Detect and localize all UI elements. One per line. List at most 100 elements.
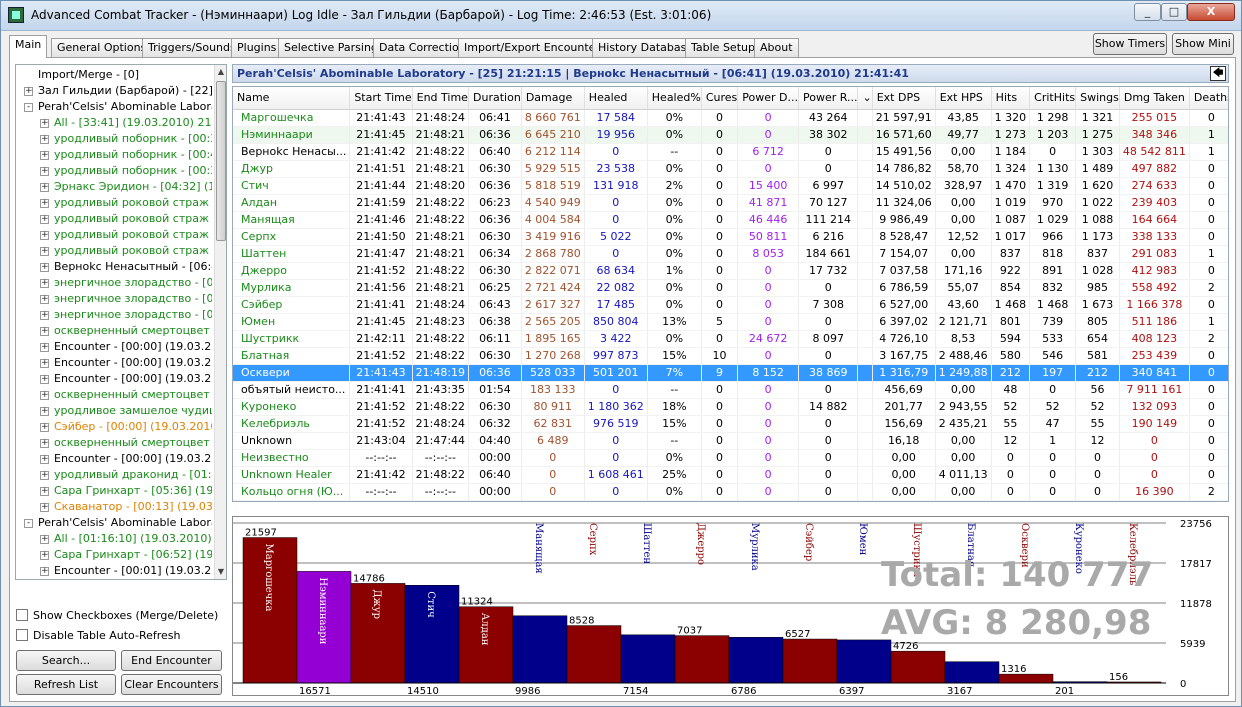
expand-icon[interactable]: + [40, 151, 49, 160]
close-button[interactable]: X [1187, 3, 1235, 21]
tab-plugins[interactable]: Plugins [231, 38, 283, 57]
column-header[interactable]: Healed% [647, 87, 702, 110]
column-header[interactable]: Healed [584, 87, 648, 110]
scroll-down-icon[interactable]: ▼ [215, 565, 226, 579]
column-header[interactable]: Ext HPS [935, 87, 992, 110]
tab-general-options[interactable]: General Options [51, 38, 153, 57]
chart-bar[interactable] [782, 638, 838, 684]
column-header[interactable]: Damage [521, 87, 585, 110]
scroll-thumb[interactable] [216, 81, 226, 241]
expand-icon[interactable]: + [40, 503, 49, 512]
table-row[interactable]: Сэйбер 21:41:41 21:48:24 06:43 2 617 327 17 4… [233, 296, 1228, 314]
table-row[interactable]: Келебриэль 21:41:52 21:48:24 06:32 62 831 976… [233, 415, 1228, 433]
scroll-up-icon[interactable]: ▲ [215, 65, 226, 79]
checkbox-icon[interactable] [16, 629, 28, 641]
table-row[interactable]: Куронеко 21:41:52 21:48:22 06:30 80 911 1 180… [233, 398, 1228, 416]
expand-icon[interactable]: + [40, 327, 49, 336]
expand-icon[interactable]: + [40, 183, 49, 192]
expand-icon[interactable]: + [40, 295, 49, 304]
disable-refresh-option[interactable]: Disable Table Auto-Refresh [16, 629, 181, 645]
expand-icon[interactable]: + [40, 167, 49, 176]
expand-icon[interactable]: + [40, 551, 49, 560]
tab-table-setup[interactable]: Table Setup [685, 38, 761, 57]
chart-bar[interactable] [998, 673, 1054, 684]
expand-icon[interactable]: + [40, 439, 49, 448]
table-row[interactable]: Кольцо огня (Ю... --:--:-- --:--:-- 00:00 0 0… [233, 483, 1228, 501]
column-header[interactable]: Start Time [349, 87, 413, 110]
expand-icon[interactable]: + [40, 119, 49, 128]
expand-icon[interactable]: + [40, 343, 49, 352]
table-row[interactable]: Джур 21:41:51 21:48:21 06:30 5 929 515 23 538… [233, 160, 1228, 178]
tab-history-database[interactable]: History Database [592, 38, 700, 57]
show-checkboxes-option[interactable]: Show Checkboxes (Merge/Delete) [16, 609, 218, 625]
tree-scrollbar[interactable]: ▲ ▼ [214, 65, 226, 579]
chart-bar[interactable] [674, 635, 730, 684]
column-header[interactable]: Name [233, 87, 351, 110]
clear-encounters-button[interactable]: Clear Encounters [121, 674, 222, 695]
expand-icon[interactable]: + [40, 311, 49, 320]
expand-icon[interactable]: + [40, 375, 49, 384]
expand-icon[interactable]: + [40, 231, 49, 240]
tab-about[interactable]: About [754, 38, 799, 57]
expand-icon[interactable]: + [40, 359, 49, 368]
show-timers-button[interactable]: Show Timers [1093, 33, 1167, 55]
tab-data-correction[interactable]: Data Correction [373, 38, 472, 57]
table-row[interactable]: Unknown 21:43:04 21:47:44 04:40 6 489 0 -- 0 0 0 1… [233, 432, 1228, 450]
column-header[interactable]: Duration [468, 87, 522, 110]
column-header[interactable]: End Time [412, 87, 470, 110]
column-header[interactable]: Hits [991, 87, 1031, 110]
tab-selective-parsing[interactable]: Selective Parsing [278, 38, 384, 57]
chart-bar[interactable] [620, 634, 676, 684]
checkbox-icon[interactable] [16, 609, 28, 621]
tab-triggers-sounds[interactable]: Triggers/Sounds [142, 38, 242, 57]
table-row[interactable]: Алдан 21:41:59 21:48:22 06:23 4 540 949 0 0% 0 4… [233, 194, 1228, 212]
chart-bar[interactable] [728, 637, 784, 684]
table-row[interactable]: Шустрикк 21:42:11 21:48:22 06:11 1 895 165 3 … [233, 330, 1228, 348]
chart-bar[interactable] [944, 661, 1000, 684]
column-header[interactable]: Ext DPS [872, 87, 936, 110]
end-encounter-button[interactable]: End Encounter [121, 650, 222, 671]
table-row[interactable]: Неизвестно --:--:-- --:--:-- 00:00 0 0 0% 0 0 0 0,… [233, 449, 1228, 467]
chart-bar[interactable] [512, 615, 568, 684]
table-row[interactable]: Джерро 21:41:52 21:48:22 06:30 2 822 071 68 6… [233, 262, 1228, 280]
expand-icon[interactable]: + [40, 247, 49, 256]
show-mini-button[interactable]: Show Mini [1172, 33, 1234, 55]
table-row[interactable]: Шаттен 21:41:47 21:48:21 06:34 2 868 780 0 0% 0… [233, 245, 1228, 263]
table-row[interactable]: Мурлика 21:41:56 21:48:21 06:25 2 721 424 22 … [233, 279, 1228, 297]
chart-bar[interactable] [890, 650, 946, 684]
column-header[interactable]: Dmg Taken [1119, 87, 1190, 110]
tab-main[interactable]: Main [9, 35, 48, 58]
expand-icon[interactable]: + [40, 215, 49, 224]
expand-icon[interactable]: + [40, 199, 49, 208]
table-row[interactable]: Осквери 21:41:43 21:48:19 06:36 528 033 501 2… [233, 364, 1228, 382]
expand-icon[interactable]: + [40, 407, 49, 416]
collapse-icon[interactable]: - [24, 519, 33, 528]
column-header[interactable]: CritHits [1029, 87, 1077, 110]
column-header[interactable]: Deaths [1189, 87, 1228, 110]
expand-icon[interactable]: + [40, 455, 49, 464]
column-header[interactable]: ⌄ [857, 87, 873, 110]
maximize-button[interactable]: □ [1161, 3, 1187, 21]
table-row[interactable]: Нэминнаари 21:41:45 21:48:21 06:36 6 645 210… [233, 126, 1228, 144]
expand-icon[interactable]: + [40, 423, 49, 432]
refresh-list-button[interactable]: Refresh List [16, 674, 116, 695]
chart-bar[interactable] [566, 625, 622, 684]
expand-icon[interactable]: + [40, 535, 49, 544]
expand-icon[interactable]: + [40, 135, 49, 144]
column-header[interactable]: Power R... [798, 87, 859, 110]
expand-icon[interactable]: + [40, 391, 49, 400]
back-arrow-icon[interactable]: 🡄 [1210, 66, 1226, 81]
table-row[interactable]: Unknown Healer 21:41:42 21:48:22 06:40 0 1 60… [233, 466, 1228, 484]
expand-icon[interactable]: + [40, 471, 49, 480]
minimize-button[interactable]: _ [1134, 3, 1161, 21]
collapse-icon[interactable]: - [24, 103, 33, 112]
expand-icon[interactable]: + [40, 263, 49, 272]
column-header[interactable]: Swings [1075, 87, 1120, 110]
chart-bar[interactable] [836, 639, 892, 684]
table-row[interactable]: Серпх 21:41:50 21:48:21 06:30 3 419 916 5 022… [233, 228, 1228, 246]
table-row[interactable]: Манящая 21:41:46 21:48:22 06:36 4 004 584 0 0%… [233, 211, 1228, 229]
expand-icon[interactable]: + [40, 567, 49, 576]
expand-icon[interactable]: + [24, 87, 33, 96]
table-row[interactable]: Стич 21:41:44 21:48:20 06:36 5 818 519 131 91… [233, 177, 1228, 195]
table-row[interactable]: Блатная 21:41:52 21:48:22 06:30 1 270 268 997… [233, 347, 1228, 365]
